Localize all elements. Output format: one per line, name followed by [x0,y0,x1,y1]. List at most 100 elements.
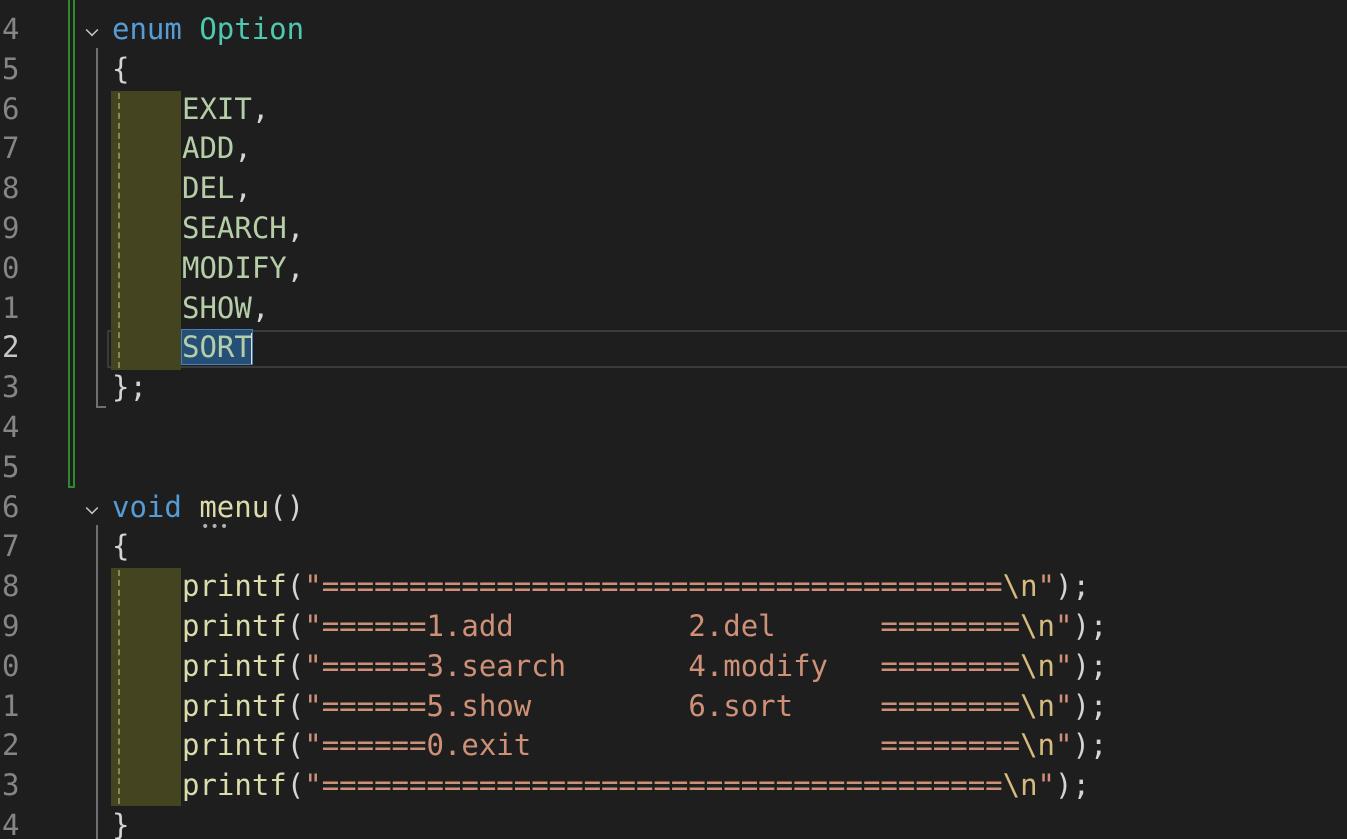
code-line[interactable]: 2 SORT [0,328,1347,368]
fold-chevron-down-icon[interactable] [85,501,99,514]
code-line[interactable]: 4 enum Option [0,10,1347,50]
code-editor[interactable]: 3 4enum Option5{6EXIT,7ADD,8DEL,9SEARCH,… [0,0,1347,839]
code-text[interactable]: printf("======1.add 2.del ========\n"); [182,607,1107,647]
code-text[interactable]: { [112,50,129,90]
line-number: 9 [2,609,20,643]
code-line[interactable]: 5 [0,448,1347,488]
code-token: ); [1072,609,1108,643]
code-token: " [1055,648,1073,683]
code-line[interactable]: 6 void menu() ••• [0,488,1347,534]
code-text[interactable]: MODIFY, [182,249,304,289]
code-token: , [286,250,305,285]
line-number: 0 [2,250,20,285]
line-number: 8 [2,171,20,206]
code-token: MODIFY [182,250,287,285]
fold-chevron-down-icon[interactable] [85,23,99,37]
code-token: Option [199,12,305,46]
code-token: DEL [182,171,235,206]
code-token: ); [1055,569,1090,604]
code-token: \n [1020,609,1055,643]
line-number: 9 [2,211,20,245]
line-number: 7 [2,131,20,166]
code-text[interactable]: ADD, [182,129,252,169]
code-line[interactable]: 0 printf("======3.search 4.modify =======… [0,647,1347,687]
line-number: 3 [0,0,32,10]
code-token: " [1055,609,1073,643]
code-token: void [112,489,182,524]
code-token: ); [1072,648,1108,683]
code-text[interactable]: printf("================================… [182,766,1090,806]
code-text[interactable]: enum Option [112,10,304,50]
code-token: ); [1072,728,1108,763]
code-line[interactable]: 1 printf("======5.show 6.sort ========\n"… [0,687,1347,727]
code-line-partial: 3 [0,0,1347,10]
code-token: ( [286,569,305,604]
code-text[interactable]: { [112,527,129,567]
code-token: , [234,131,252,166]
code-text[interactable]: printf("======5.show 6.sort ========\n")… [182,687,1107,727]
line-number: 3 [2,768,20,803]
code-line[interactable]: 5{ [0,50,1347,90]
code-text[interactable]: SEARCH, [182,209,304,249]
code-text[interactable]: DEL, [182,169,252,209]
code-token: printf [182,569,287,604]
line-number: 2 [2,728,20,763]
code-token: "======================================= [304,768,1003,803]
code-line[interactable]: 3}; [0,368,1347,408]
code-token: printf [182,648,287,683]
line-number: 3 [2,370,20,405]
line-number: 7 [2,529,20,564]
code-token: printf [182,768,287,803]
code-token: ( [286,609,305,643]
code-line[interactable]: 4 [0,408,1347,448]
selected-token: SORT [181,329,253,366]
code-text[interactable]: SORT [181,328,253,368]
code-token: enum [112,12,182,46]
code-text[interactable]: SHOW, [182,289,269,329]
code-line[interactable]: 9 SEARCH, [0,209,1347,249]
code-token: "======0.exit ======== [304,728,1021,763]
line-number: 6 [2,91,20,126]
code-token: ( [286,688,305,723]
code-token: }; [112,370,147,405]
code-token: ( [286,648,305,683]
code-token: , [286,211,305,245]
line-number: 5 [2,51,20,86]
line-number: 1 [2,290,20,325]
code-text[interactable]: }; [112,368,147,408]
code-line[interactable]: 6 EXIT, [0,90,1347,130]
code-token: () [269,489,305,524]
code-text[interactable]: } [112,806,129,839]
code-line[interactable]: 3 printf("===============================… [0,766,1347,806]
code-token: "======5.show 6.sort ======== [304,688,1021,723]
code-text[interactable]: EXIT, [182,90,269,130]
line-number: 8 [2,569,20,604]
code-token: { [112,529,130,564]
code-line[interactable]: 1 SHOW, [0,289,1347,329]
line-number: 2 [2,330,20,365]
code-text[interactable]: printf("======3.search 4.modify ========… [182,647,1107,687]
code-line[interactable]: 8 printf("===============================… [0,567,1347,607]
code-token: { [112,51,130,86]
code-token: \n [1020,648,1055,683]
code-text[interactable]: printf("======0.exit ========\n"); [182,726,1107,766]
code-token: \n [1020,688,1055,723]
code-line[interactable]: 7{ [0,527,1347,567]
code-text[interactable]: printf("================================… [182,567,1090,607]
line-number: 1 [2,688,20,723]
code-line[interactable]: 7 ADD, [0,129,1347,169]
code-line[interactable]: 9 printf("======1.add 2.del ========\n"); [0,607,1347,647]
code-token: , [251,290,270,325]
line-number: 6 [2,489,20,524]
code-token: SHOW [182,290,252,325]
code-token: " [1055,688,1073,723]
code-token: printf [182,688,287,723]
code-line[interactable]: 2 printf("======0.exit ========\n"); [0,726,1347,766]
code-line[interactable]: 0 MODIFY, [0,249,1347,289]
code-token: , [251,91,270,126]
code-token: "======================================= [304,569,1003,604]
code-line[interactable]: 8 DEL, [0,169,1347,209]
code-line[interactable]: 4} [0,806,1347,839]
code-token: " [1037,768,1056,803]
text-cursor [250,333,253,366]
